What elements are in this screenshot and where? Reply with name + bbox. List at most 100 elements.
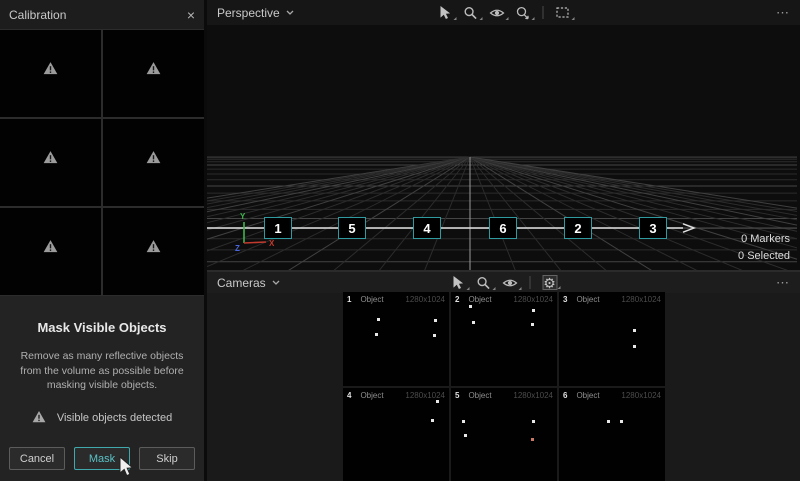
mask-step-heading: Mask Visible Objects xyxy=(9,320,195,335)
skip-button[interactable]: Skip xyxy=(139,447,195,470)
visibility-eye-icon[interactable] xyxy=(502,275,517,290)
perspective-panel-header: Perspective ⋯ xyxy=(207,0,800,25)
camera-resolution: 1280x1024 xyxy=(513,391,553,400)
chevron-down-icon xyxy=(286,10,294,15)
camera-mode-label: Object xyxy=(468,391,491,400)
zoom-icon[interactable] xyxy=(463,5,478,20)
calibration-camera-cell[interactable] xyxy=(0,119,101,206)
calibration-camera-grid xyxy=(0,29,204,296)
visible-objects-warning: Visible objects detected xyxy=(9,410,195,426)
camera-number: 5 xyxy=(455,391,459,400)
warning-triangle-icon xyxy=(43,61,58,75)
camera-number: 2 xyxy=(455,295,459,304)
cameras-view-selector[interactable]: Cameras xyxy=(217,276,280,290)
wizard-buttons: Cancel Mask Skip xyxy=(0,447,204,470)
cameras-panel-header: Cameras ⚙ ⋯ xyxy=(207,272,800,293)
cameras-toolbar: ⚙ xyxy=(450,275,557,290)
camera-resolution: 1280x1024 xyxy=(405,295,445,304)
svg-text:X: X xyxy=(269,239,275,248)
perspective-toolbar xyxy=(437,5,570,20)
camera-resolution: 1280x1024 xyxy=(405,391,445,400)
camera-resolution: 1280x1024 xyxy=(621,295,661,304)
calibration-panel-header: Calibration × xyxy=(0,0,204,29)
cameras-panel-title: Cameras xyxy=(217,276,266,290)
camera-number: 4 xyxy=(347,391,351,400)
warning-text: Visible objects detected xyxy=(57,412,172,424)
tracked-dot xyxy=(607,420,610,423)
calibration-step-body: Mask Visible Objects Remove as many refl… xyxy=(0,296,204,481)
tracked-dot xyxy=(469,305,472,308)
zoom-icon[interactable] xyxy=(476,275,491,290)
tracked-dot xyxy=(472,321,475,324)
tracked-dot xyxy=(462,420,465,423)
follow-icon[interactable] xyxy=(515,5,530,20)
calibration-camera-cell[interactable] xyxy=(103,30,204,117)
camera-mode-label: Object xyxy=(360,295,383,304)
camera-tile-4[interactable]: 4 Object 1280x1024 xyxy=(343,388,449,481)
camera-number: 3 xyxy=(563,295,567,304)
marquee-select-icon[interactable] xyxy=(555,5,570,20)
warning-triangle-icon xyxy=(146,239,161,253)
tracked-dot xyxy=(377,318,380,321)
close-icon[interactable]: × xyxy=(187,8,195,22)
calibration-camera-cell[interactable] xyxy=(103,208,204,295)
perspective-viewport[interactable]: YXZ 0 Markers 0 Selected 154623 xyxy=(207,25,800,270)
camera-resolution: 1280x1024 xyxy=(621,391,661,400)
svg-text:Z: Z xyxy=(235,244,240,253)
camera-mode-label: Object xyxy=(468,295,491,304)
camera-number: 6 xyxy=(563,391,567,400)
toolbar-separator xyxy=(529,276,530,289)
markers-count: 0 Markers xyxy=(738,231,790,248)
tracked-dot xyxy=(464,434,467,437)
camera-marker-6[interactable]: 6 xyxy=(489,217,517,239)
calibration-camera-cell[interactable] xyxy=(0,208,101,295)
tracked-dot xyxy=(633,329,636,332)
camera-tile-header: 3 Object 1280x1024 xyxy=(563,295,661,304)
camera-tiles-grid: 1 Object 1280x1024 2 Object 1280x1024 3 … xyxy=(343,292,665,481)
camera-mode-label: Object xyxy=(576,295,599,304)
warning-triangle-icon xyxy=(43,150,58,164)
tracked-dot xyxy=(531,323,534,326)
camera-tile-header: 6 Object 1280x1024 xyxy=(563,391,661,400)
camera-marker-2[interactable]: 2 xyxy=(564,217,592,239)
calibration-panel: Calibration × Mask Visible Objects Remov… xyxy=(0,0,207,481)
camera-tile-6[interactable]: 6 Object 1280x1024 xyxy=(559,388,665,481)
toolbar-separator xyxy=(542,6,543,19)
select-cursor-icon[interactable] xyxy=(450,275,465,290)
camera-marker-4[interactable]: 4 xyxy=(413,217,441,239)
calibration-camera-cell[interactable] xyxy=(103,119,204,206)
tracked-dot xyxy=(620,420,623,423)
camera-tile-header: 4 Object 1280x1024 xyxy=(347,391,445,400)
settings-gear-icon[interactable]: ⚙ xyxy=(542,275,557,290)
camera-tile-2[interactable]: 2 Object 1280x1024 xyxy=(451,292,557,386)
overflow-menu-icon[interactable]: ⋯ xyxy=(776,5,789,21)
overflow-menu-icon[interactable]: ⋯ xyxy=(776,275,789,291)
camera-marker-1[interactable]: 1 xyxy=(264,217,292,239)
tracked-dot xyxy=(433,334,436,337)
perspective-panel-title: Perspective xyxy=(217,6,280,20)
tracked-dot xyxy=(532,309,535,312)
svg-text:Y: Y xyxy=(240,212,246,221)
tracked-dot xyxy=(434,319,437,322)
cancel-button[interactable]: Cancel xyxy=(9,447,65,470)
camera-marker-3[interactable]: 3 xyxy=(639,217,667,239)
calibration-camera-cell[interactable] xyxy=(0,30,101,117)
camera-tile-5[interactable]: 5 Object 1280x1024 xyxy=(451,388,557,481)
visibility-eye-icon[interactable] xyxy=(489,5,504,20)
perspective-panel: Perspective ⋯ YXZ 0 Markers 0 Selected 1… xyxy=(207,0,800,270)
tracked-dot xyxy=(532,420,535,423)
perspective-view-selector[interactable]: Perspective xyxy=(217,6,294,20)
warning-triangle-icon xyxy=(146,150,161,164)
camera-tile-header: 2 Object 1280x1024 xyxy=(455,295,553,304)
tracked-dot xyxy=(633,345,636,348)
select-cursor-icon[interactable] xyxy=(437,5,452,20)
tracked-dot xyxy=(375,333,378,336)
camera-tile-1[interactable]: 1 Object 1280x1024 xyxy=(343,292,449,386)
camera-tile-header: 5 Object 1280x1024 xyxy=(455,391,553,400)
camera-mode-label: Object xyxy=(576,391,599,400)
camera-marker-5[interactable]: 5 xyxy=(338,217,366,239)
mouse-cursor xyxy=(118,456,134,478)
camera-tile-3[interactable]: 3 Object 1280x1024 xyxy=(559,292,665,386)
viewport-column: Perspective ⋯ YXZ 0 Markers 0 Selected 1… xyxy=(207,0,800,481)
camera-mode-label: Object xyxy=(360,391,383,400)
